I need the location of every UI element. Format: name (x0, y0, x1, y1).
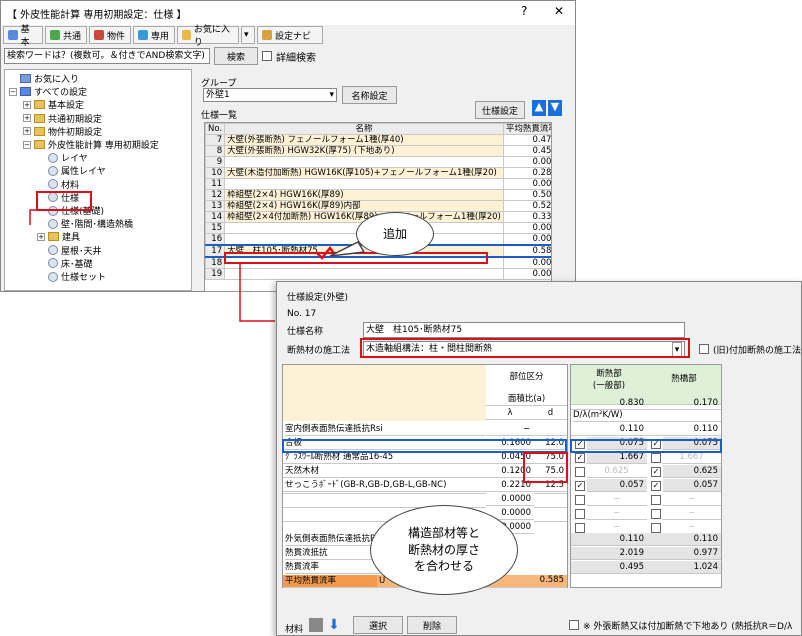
layer-checkbox[interactable] (651, 453, 661, 463)
layer-bridge-value: 0.075 (663, 437, 721, 450)
dialog-no: No. 17 (287, 309, 317, 319)
layer-thickness: 12.5 (534, 479, 567, 492)
connector-line (29, 209, 38, 225)
avg-u-value: 0.585 (539, 575, 564, 585)
layer-checkbox[interactable]: ✓ (575, 439, 585, 449)
layer-ins-value: 0.625 (587, 465, 647, 478)
arrow-down-icon[interactable]: ⬇ (325, 617, 343, 633)
spec-name-label: 仕様名称 (287, 327, 324, 337)
resistance-bridge: 0.977 (647, 547, 721, 560)
method-select-value: 木造軸組構法：柱・間柱間断熱 (366, 344, 493, 354)
layer-thickness (534, 521, 567, 522)
callout-add: 追加 (356, 212, 434, 256)
layer-checkbox[interactable]: ✓ (575, 481, 585, 491)
rso-bridge: 0.110 (647, 533, 721, 546)
delete-button[interactable]: 削除 (407, 616, 457, 634)
legacy-method-checkbox[interactable] (699, 344, 709, 354)
layer-thickness (534, 493, 567, 494)
layer-name: ｸﾞﾗｽｳｰﾙ断熱材 通常品16-45 (283, 451, 486, 464)
layer-checkbox[interactable]: ✓ (651, 439, 661, 449)
layer-checkbox[interactable] (651, 495, 661, 505)
material-label: 材料 (285, 625, 304, 635)
select-button[interactable]: 選択 (353, 616, 403, 634)
layer-checkbox[interactable]: ✓ (651, 481, 661, 491)
layer-checkbox[interactable] (575, 467, 585, 477)
avg-u-label: 平均熱貫流率 (283, 575, 377, 588)
layer-bridge-value: 0.625 (663, 465, 721, 478)
layer-thickness (534, 507, 567, 508)
resistance-insulation: 2.019 (571, 547, 647, 560)
layer-bridge-value: − (663, 493, 721, 506)
layer-table-right: 断熱部 (一般部) 熱橋部 0.830 0.170 D/λ(m²K/W) 0.1… (570, 364, 722, 588)
layer-name: せっこうﾎﾞｰﾄﾞ(GB-R,GB-D,GB-L,GB-NC) (283, 479, 486, 492)
rsi-insulation: 0.110 (571, 423, 647, 436)
layer-checkbox[interactable] (575, 495, 585, 505)
layer-bridge-value: 0.057 (663, 479, 721, 492)
rsi-bridge: 0.110 (647, 423, 721, 436)
material-swatch (309, 618, 323, 632)
footer-note: ※ 外張断熱又は付加断熱で下地あり (熱抵抗R＝D/λ (583, 622, 793, 632)
layer-lambda: 0.2210 (486, 479, 534, 492)
spec-name-input[interactable]: 大壁 柱105･断熱材75 (363, 322, 685, 338)
legacy-method-label: (旧)付加断熱の施工法 (713, 346, 802, 356)
layer-checkbox[interactable] (575, 523, 585, 533)
callout-align: 構造部材等と 断熱材の厚さ を合わせる (370, 505, 518, 595)
layer-ins-value: 0.057 (587, 479, 647, 492)
u-insulation: 0.495 (571, 561, 647, 574)
layer-thickness: 75.0 (534, 451, 567, 464)
layer-lambda: 0.0000 (486, 493, 534, 506)
method-label: 断熱材の施工法 (287, 346, 351, 356)
layer-thickness: 75.0 (534, 465, 567, 478)
layer-lambda: 0.1600 (486, 437, 534, 450)
layer-ins-value: 0.075 (587, 437, 647, 450)
layer-checkbox[interactable] (575, 509, 585, 519)
method-select[interactable]: 木造軸組構法：柱・間柱間断熱 ▾ (363, 341, 685, 358)
layer-thickness: 12.0 (534, 437, 567, 450)
layer-lambda: 0.0450 (486, 451, 534, 464)
lambda-header: λ (486, 407, 534, 420)
dialog-title: 仕様設定(外壁) (287, 293, 349, 303)
layer-checkbox[interactable]: ✓ (575, 453, 585, 463)
layer-bridge-value: − (663, 507, 721, 520)
connector-line-dialog (239, 264, 275, 322)
chevron-down-icon: ▾ (672, 342, 682, 358)
layer-name: 天然木材 (283, 465, 486, 478)
rsi-dash: − (486, 423, 567, 436)
layer-ins-value: − (587, 493, 647, 506)
bubble-tail (329, 241, 366, 257)
layer-checkbox[interactable]: ✓ (651, 467, 661, 477)
layer-bridge-value: 1.667 (663, 451, 721, 464)
layer-ins-value: 1.667 (587, 451, 647, 464)
layer-checkbox[interactable] (651, 523, 661, 533)
layer-name: 合板 (283, 437, 486, 450)
spec-settings-dialog: 仕様設定(外壁) No. 17 仕様名称 大壁 柱105･断熱材75 断熱材の施… (276, 281, 802, 636)
layer-lambda: 0.1200 (486, 465, 534, 478)
rsi-label: 室内側表面熱伝達抵抗Rsi (285, 423, 485, 436)
header-blank (283, 365, 486, 421)
layer-ins-value: − (587, 507, 647, 520)
footer-note-checkbox[interactable] (569, 620, 579, 630)
unit-label: D/λ(m²K/W) (573, 409, 721, 422)
part-header: 部位区分 (509, 372, 544, 382)
rso-insulation: 0.110 (571, 533, 647, 546)
layer-name (283, 493, 486, 494)
area-header: 面積比(a) (486, 393, 567, 406)
check-mark-icon (315, 245, 337, 260)
u-bridge: 1.024 (647, 561, 721, 574)
d-header: d (534, 407, 567, 420)
layer-checkbox[interactable] (651, 509, 661, 519)
